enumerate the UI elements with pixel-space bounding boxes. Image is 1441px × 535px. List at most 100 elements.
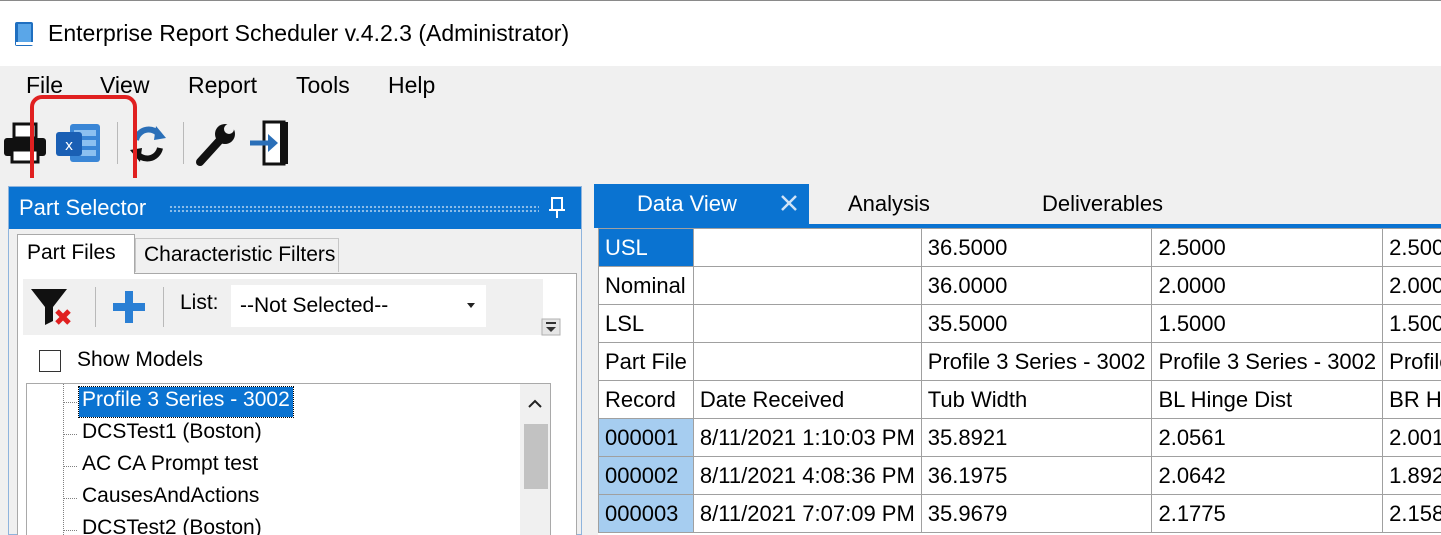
tree-scrollbar[interactable] bbox=[520, 384, 550, 535]
table-cell[interactable] bbox=[692, 342, 922, 381]
table-cell[interactable]: Tub Width bbox=[920, 380, 1153, 419]
table-cell[interactable]: Date Received bbox=[692, 380, 922, 419]
tab-data-view-label: Data View bbox=[637, 191, 737, 216]
tree-connector bbox=[63, 434, 77, 435]
clear-filter-icon[interactable] bbox=[27, 283, 77, 329]
row-header-cell[interactable]: USL bbox=[598, 228, 694, 267]
row-header-cell[interactable]: 000001 bbox=[598, 418, 694, 457]
filter-bar: List: --Not Selected-- bbox=[23, 279, 543, 335]
tree-item-selected[interactable]: Profile 3 Series - 3002 bbox=[78, 386, 294, 418]
part-tree: Profile 3 Series - 3002 DCSTest1 (Boston… bbox=[26, 383, 551, 535]
table-cell[interactable]: 2.0561 bbox=[1151, 418, 1384, 457]
table-cell[interactable]: Profile 3 Series - 3002 bbox=[1151, 342, 1384, 381]
table-cell[interactable]: 1.5000 bbox=[1151, 304, 1384, 343]
table-cell[interactable] bbox=[692, 228, 922, 267]
table-cell[interactable]: 2.000 bbox=[1382, 266, 1441, 305]
tree-item[interactable]: DCSTest1 (Boston) bbox=[79, 419, 265, 449]
chevron-up-icon[interactable] bbox=[528, 398, 542, 408]
toolbar-separator bbox=[117, 122, 118, 164]
row-header-cell[interactable]: Record bbox=[598, 380, 694, 419]
table-row[interactable]: USL 36.5000 2.5000 2.500 bbox=[598, 228, 1441, 267]
tree-connector bbox=[63, 498, 77, 499]
window-title: Enterprise Report Scheduler v.4.2.3 (Adm… bbox=[48, 20, 570, 46]
toolbar: x bbox=[0, 108, 1441, 178]
table-cell[interactable]: 2.1775 bbox=[1151, 494, 1384, 533]
tab-deliverables[interactable]: Deliverables bbox=[1042, 191, 1163, 217]
panel-grip bbox=[169, 205, 539, 213]
exit-door-icon[interactable] bbox=[244, 116, 296, 170]
tree-item[interactable]: DCSTest2 (Boston) bbox=[79, 515, 265, 535]
list-dropdown[interactable]: --Not Selected-- bbox=[231, 285, 486, 327]
table-cell[interactable]: 36.5000 bbox=[920, 228, 1153, 267]
table-cell[interactable]: Profile bbox=[1382, 342, 1441, 381]
table-cell[interactable]: 2.5000 bbox=[1151, 228, 1384, 267]
data-grid: USL 36.5000 2.5000 2.500 Nominal 36.0000 2.000… bbox=[598, 228, 1441, 535]
printer-icon[interactable] bbox=[0, 116, 52, 170]
table-cell[interactable]: BR H bbox=[1382, 380, 1441, 419]
tab-analysis[interactable]: Analysis bbox=[848, 191, 930, 217]
tree-connector bbox=[63, 402, 77, 403]
table-cell[interactable]: BL Hinge Dist bbox=[1151, 380, 1384, 419]
tab-part-files[interactable]: Part Files bbox=[17, 234, 135, 274]
excel-icon[interactable]: x bbox=[52, 116, 104, 170]
tree-guide-line bbox=[63, 384, 64, 535]
tree-item[interactable]: CausesAndActions bbox=[79, 483, 262, 513]
show-models-checkbox[interactable] bbox=[39, 350, 61, 372]
refresh-icon[interactable] bbox=[122, 116, 174, 170]
show-models-label: Show Models bbox=[77, 348, 204, 371]
menu-report[interactable]: Report bbox=[188, 72, 257, 99]
table-row[interactable]: Part File Profile 3 Series - 3002 Profile … bbox=[598, 342, 1441, 381]
row-header-cell[interactable]: Nominal bbox=[598, 266, 694, 305]
add-icon[interactable] bbox=[109, 287, 149, 327]
table-cell[interactable]: 36.0000 bbox=[920, 266, 1153, 305]
menu-help[interactable]: Help bbox=[388, 72, 435, 99]
table-row[interactable]: 000001 8/11/2021 1:10:03 PM 35.8921 2.0561 2… bbox=[598, 418, 1441, 457]
panel-header[interactable]: Part Selector bbox=[9, 187, 581, 229]
list-label: List: bbox=[180, 291, 219, 314]
table-cell[interactable]: 2.500 bbox=[1382, 228, 1441, 267]
data-table: USL 36.5000 2.5000 2.500 Nominal 36.0000 2.000… bbox=[598, 228, 1441, 533]
row-header-cell[interactable]: 000002 bbox=[598, 456, 694, 495]
part-selector-panel: Part Selector Part Files Characteristic … bbox=[8, 186, 582, 535]
table-cell[interactable]: 35.5000 bbox=[920, 304, 1153, 343]
tab-data-view[interactable]: Data View bbox=[594, 184, 809, 224]
table-row[interactable]: Nominal 36.0000 2.0000 2.000 bbox=[598, 266, 1441, 305]
table-cell[interactable]: 8/11/2021 4:08:36 PM bbox=[692, 456, 922, 495]
list-dropdown-value: --Not Selected-- bbox=[240, 294, 389, 317]
toolbar-overflow-icon[interactable] bbox=[541, 318, 561, 336]
table-cell[interactable]: 1.892 bbox=[1382, 456, 1441, 495]
table-cell[interactable]: 2.001 bbox=[1382, 418, 1441, 457]
app-book-icon bbox=[15, 22, 33, 46]
main-tabstrip: Data View Analysis Deliverables bbox=[594, 184, 1441, 224]
tree-item[interactable]: AC CA Prompt test bbox=[79, 451, 261, 481]
table-cell[interactable]: 8/11/2021 7:07:09 PM bbox=[692, 494, 922, 533]
menu-file[interactable]: File bbox=[26, 72, 63, 99]
menu-tools[interactable]: Tools bbox=[296, 72, 350, 99]
close-icon[interactable] bbox=[779, 193, 799, 213]
tree-connector bbox=[63, 466, 77, 467]
table-cell[interactable]: Profile 3 Series - 3002 bbox=[920, 342, 1153, 381]
row-header-cell[interactable]: LSL bbox=[598, 304, 694, 343]
table-cell[interactable]: 2.0000 bbox=[1151, 266, 1384, 305]
table-row[interactable]: LSL 35.5000 1.5000 1.500 bbox=[598, 304, 1441, 343]
row-header-cell[interactable]: Part File bbox=[598, 342, 694, 381]
table-cell[interactable]: 2.158 bbox=[1382, 494, 1441, 533]
table-row[interactable]: 000003 8/11/2021 7:07:09 PM 35.9679 2.1775 2… bbox=[598, 494, 1441, 533]
table-cell[interactable] bbox=[692, 266, 922, 305]
table-row[interactable]: Record Date Received Tub Width BL Hinge Dis… bbox=[598, 380, 1441, 419]
table-cell[interactable]: 35.9679 bbox=[920, 494, 1153, 533]
toolbar-separator bbox=[95, 287, 96, 327]
table-cell[interactable] bbox=[692, 304, 922, 343]
row-header-cell[interactable]: 000003 bbox=[598, 494, 694, 533]
scrollbar-thumb[interactable] bbox=[524, 424, 548, 489]
table-cell[interactable]: 36.1975 bbox=[920, 456, 1153, 495]
pin-icon[interactable] bbox=[547, 196, 567, 220]
wrench-icon[interactable] bbox=[190, 116, 242, 170]
tab-characteristic-filters[interactable]: Characteristic Filters bbox=[135, 238, 339, 272]
table-cell[interactable]: 1.500 bbox=[1382, 304, 1441, 343]
table-cell[interactable]: 2.0642 bbox=[1151, 456, 1384, 495]
table-row[interactable]: 000002 8/11/2021 4:08:36 PM 36.1975 2.0642 1… bbox=[598, 456, 1441, 495]
table-cell[interactable]: 35.8921 bbox=[920, 418, 1153, 457]
table-cell[interactable]: 8/11/2021 1:10:03 PM bbox=[692, 418, 922, 457]
menu-view[interactable]: View bbox=[100, 72, 149, 99]
